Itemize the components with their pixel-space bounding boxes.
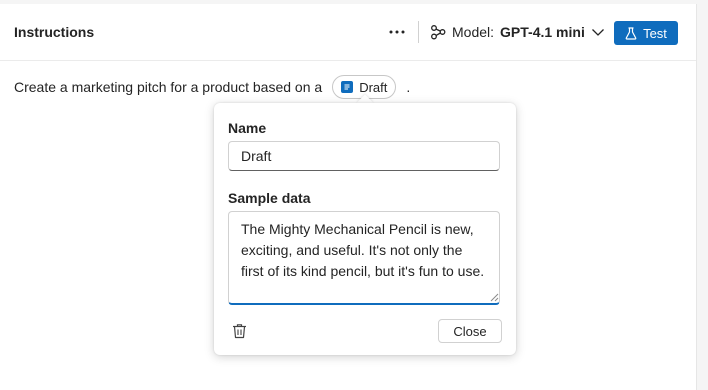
variable-chip-label: Draft (359, 79, 388, 95)
instruction-text: Create a marketing pitch for a product b… (14, 74, 410, 100)
model-dropdown[interactable]: Model: GPT-4.1 mini (430, 20, 605, 44)
model-value: GPT-4.1 mini (500, 24, 585, 40)
name-input[interactable] (228, 141, 500, 171)
more-horizontal-icon (389, 30, 405, 34)
instruction-sentence: Create a marketing pitch for a product b… (14, 79, 323, 95)
panel-header: Instructions Model: GPT-4.1 mini Test (0, 4, 696, 61)
resize-handle-icon[interactable] (490, 293, 499, 302)
model-nodes-icon (431, 25, 446, 40)
close-button[interactable]: Close (438, 319, 502, 343)
chevron-down-icon (591, 29, 604, 36)
instruction-trailing: . (406, 79, 411, 95)
delete-variable-button[interactable] (230, 322, 248, 340)
variable-popover: Name Sample data The Mighty Mechanical P… (214, 103, 516, 355)
trash-icon (232, 324, 246, 339)
flask-icon (625, 26, 637, 40)
header-divider (418, 21, 419, 43)
variable-icon (341, 81, 354, 93)
test-button-label: Test (643, 25, 667, 41)
model-label: Model: (452, 24, 495, 40)
panel-title: Instructions (14, 24, 95, 40)
test-button[interactable]: Test (614, 21, 678, 45)
sample-data-textarea[interactable]: The Mighty Mechanical Pencil is new, exc… (228, 211, 500, 305)
sample-data-label: Sample data (228, 190, 311, 206)
more-options-button[interactable] (384, 20, 410, 44)
name-field-label: Name (228, 120, 267, 136)
